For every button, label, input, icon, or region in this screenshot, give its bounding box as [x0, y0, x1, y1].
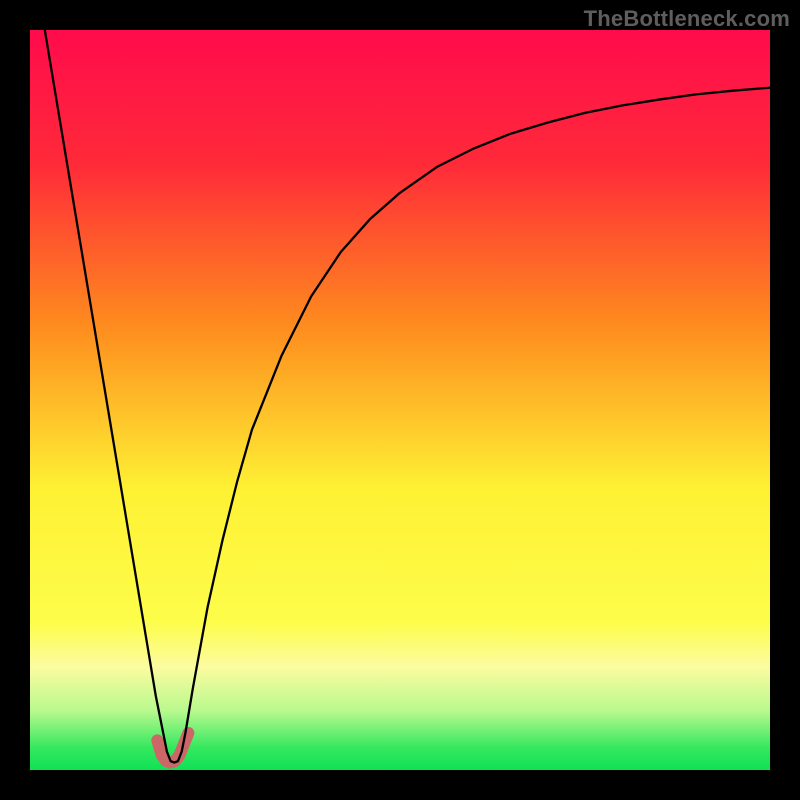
bottleneck-chart — [30, 30, 770, 770]
watermark-text: TheBottleneck.com — [584, 6, 790, 32]
chart-frame: TheBottleneck.com — [0, 0, 800, 800]
plot-background — [30, 30, 770, 770]
